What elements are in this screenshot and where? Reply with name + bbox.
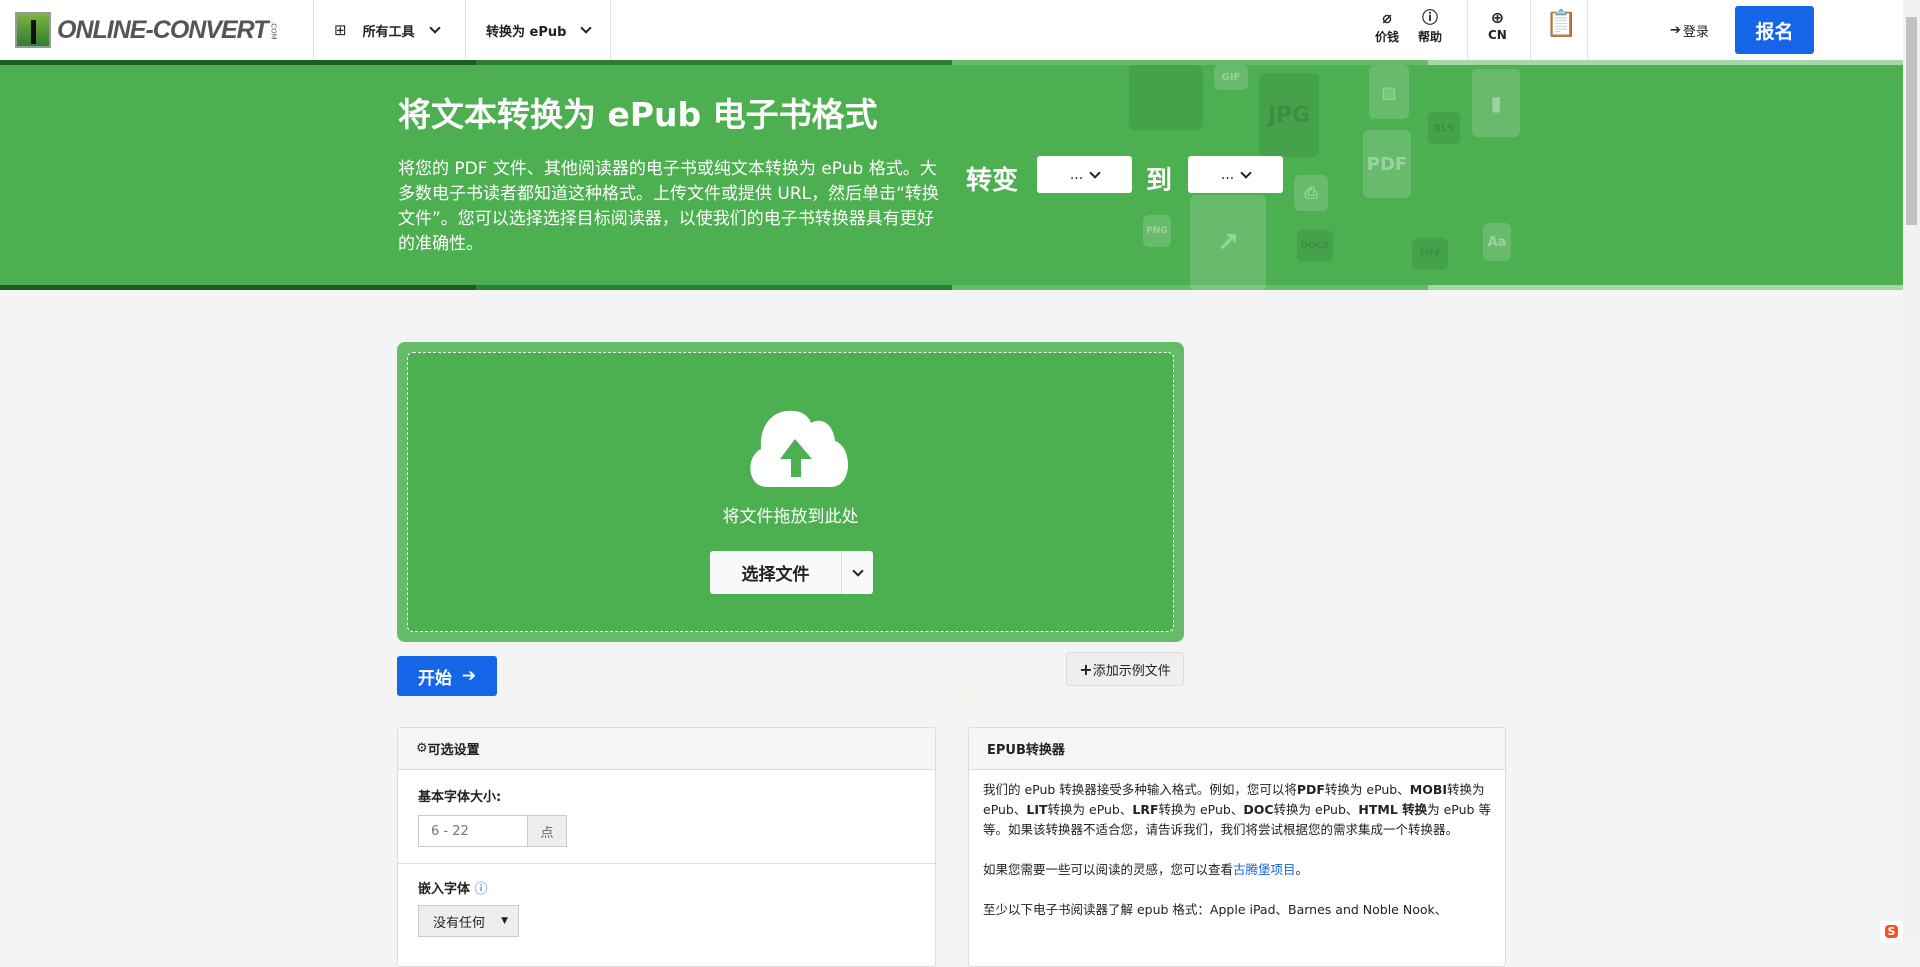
history-button[interactable]: 📋 <box>1545 9 1578 39</box>
png-file-icon: PNG <box>1143 215 1171 247</box>
help-link[interactable]: ⓘ 帮助 <box>1418 8 1442 45</box>
globe-icon: ⊕ <box>1490 8 1505 27</box>
scrollbar-thumb[interactable] <box>1906 17 1917 225</box>
gif-file-icon: GIF <box>1214 65 1248 90</box>
chevron-down-icon <box>428 22 441 34</box>
base-font-size-label: 基本字体大小: <box>418 790 502 805</box>
top-header: ONLINE-CONVERT .COM ⊞ 所有工具 转换为 ePub ⌀ 价钱 ⓘ… <box>0 0 1903 60</box>
grid-icon: ⊞ <box>334 21 347 39</box>
pricing-link[interactable]: ⌀ 价钱 <box>1375 8 1399 45</box>
tiff-file-icon: TIFF <box>1412 238 1448 270</box>
question-circle-icon: ⓘ <box>1422 8 1439 27</box>
mail-icon <box>1129 65 1203 130</box>
info-paragraph-2: 如果您需要一些可以阅读的灵感，您可以查看古腾堡项目。 <box>983 862 1309 877</box>
chart-file-icon: ▮ <box>1472 69 1520 137</box>
choose-file-button[interactable]: 选择文件 <box>710 551 842 594</box>
all-tools-menu[interactable]: ⊞ 所有工具 <box>334 0 441 60</box>
gear-icon: ⚙ <box>416 741 428 756</box>
login-label: 登录 <box>1682 24 1709 40</box>
logo[interactable]: ONLINE-CONVERT .COM <box>15 12 278 48</box>
from-format-value: ... <box>1069 166 1084 183</box>
signup-button[interactable]: 报名 <box>1735 6 1814 54</box>
optional-settings-title: 可选设置 <box>427 743 480 758</box>
docx-file-icon: DOCX <box>1297 230 1333 262</box>
language-label: CN <box>1488 28 1507 42</box>
embed-font-select[interactable]: 没有任何 ▼ <box>418 905 519 937</box>
gutenberg-link[interactable]: 古腾堡项目 <box>1233 862 1296 877</box>
plus-icon: + <box>1079 659 1093 679</box>
info-icon[interactable]: ⓘ <box>475 882 488 897</box>
to-format-value: ... <box>1220 166 1235 183</box>
drop-text: 将文件拖放到此处 <box>722 507 859 527</box>
clipboard-clock-icon: 📋 <box>1545 9 1578 39</box>
image-file-icon: ▨ <box>1369 65 1409 119</box>
page-title: 将文本转换为 ePub 电子书格式 <box>398 95 878 134</box>
to-label: 到 <box>1146 166 1173 196</box>
pricing-label: 价钱 <box>1375 30 1400 44</box>
jpg-file-icon: JPG <box>1259 73 1319 157</box>
epub-converter-info-panel: EPUB转换器 我们的 ePub 转换器接受多种输入格式。例如，您可以将PDF转… <box>968 727 1506 967</box>
from-format-select[interactable]: ... <box>1037 156 1132 193</box>
chevron-down-icon <box>1089 166 1101 179</box>
info-body: 我们的 ePub 转换器接受多种输入格式。例如，您可以将PDF转换为 ePub、… <box>969 770 1505 950</box>
sogou-ime-icon[interactable]: S <box>1880 921 1903 942</box>
chart-doc-icon: ↗ <box>1190 195 1266 290</box>
xls-file-icon: XLS <box>1428 112 1460 144</box>
pdf-file-icon: PDF <box>1363 130 1411 198</box>
base-font-size-unit: 点 <box>527 816 566 846</box>
info-title: EPUB转换器 <box>987 743 1065 758</box>
logo-suffix: .COM <box>269 20 278 40</box>
embed-font-value: 没有任何 <box>433 915 486 931</box>
hero-banner: GIF JPG ▨ XLS ▮ PDF ⎙ PNG ↗ DOCX TIFF Aa <box>0 60 1903 290</box>
all-tools-label: 所有工具 <box>362 24 415 40</box>
arrow-right-icon: ➔ <box>461 666 477 686</box>
convert-to-menu[interactable]: 转换为 ePub <box>486 0 593 60</box>
to-format-select[interactable]: ... <box>1188 156 1283 193</box>
printer-icon: ⎙ <box>1294 175 1328 211</box>
choose-file-button-group: 选择文件 <box>710 551 873 594</box>
language-selector[interactable]: ⊕ CN <box>1488 8 1507 42</box>
choose-source-dropdown[interactable] <box>842 551 873 594</box>
login-link[interactable]: ➔ 登录 <box>1670 0 1709 60</box>
logo-figure-icon <box>15 12 51 48</box>
font-file-icon: Aa <box>1483 223 1511 261</box>
page-description: 将您的 PDF 文件、其他阅读器的电子书或纯文本转换为 ePub 格式。大多数电… <box>398 159 939 254</box>
start-label: 开始 <box>417 668 452 689</box>
convert-to-label: 转换为 ePub <box>486 24 567 40</box>
chevron-down-icon <box>851 564 864 577</box>
tag-icon: ⌀ <box>1382 8 1392 27</box>
optional-settings-header: ⚙ 可选设置 <box>398 728 935 770</box>
start-button[interactable]: 开始 ➔ <box>397 656 497 696</box>
info-header: EPUB转换器 <box>969 728 1505 770</box>
chevron-down-icon: ▼ <box>501 916 508 926</box>
base-font-size-input[interactable] <box>419 816 527 846</box>
cloud-upload-icon <box>750 410 849 487</box>
add-sample-file-button[interactable]: + 添加示例文件 <box>1066 652 1184 686</box>
faint-id-text: 1754959671 <box>905 692 995 708</box>
info-paragraph-1: 我们的 ePub 转换器接受多种输入格式。例如，您可以将PDF转换为 ePub、… <box>983 782 1491 837</box>
optional-settings-panel: ⚙可选设置 基本字体大小: 点 嵌入字体 ⓘ 没有任何 ▼ <box>397 727 936 967</box>
logo-text: ONLINE-CONVERT <box>57 15 269 44</box>
help-label: 帮助 <box>1418 30 1443 44</box>
chevron-down-icon <box>1240 166 1252 179</box>
add-sample-label: 添加示例文件 <box>1092 663 1171 679</box>
sign-in-icon: ➔ <box>1670 22 1681 38</box>
embed-font-label: 嵌入字体 <box>418 882 471 897</box>
convert-label: 转变 <box>966 166 1019 196</box>
chevron-down-icon <box>580 22 593 34</box>
file-drop-zone[interactable]: 将文件拖放到此处 <box>397 342 1184 642</box>
info-paragraph-3: 至少以下电子书阅读器了解 epub 格式：Apple iPad、Barnes a… <box>983 902 1448 917</box>
